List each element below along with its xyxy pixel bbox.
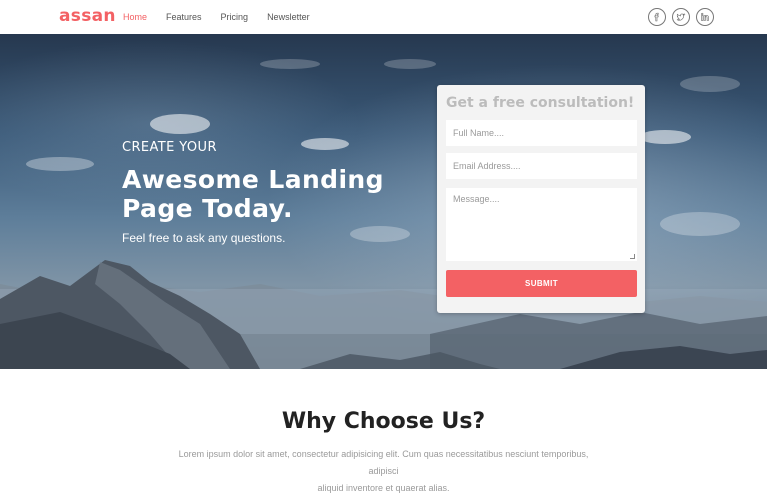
submit-button[interactable]: SUBMIT — [446, 270, 637, 297]
why-description-line-2: aliquid inventore et quaerat alias. — [317, 483, 450, 493]
twitter-icon[interactable] — [672, 8, 690, 26]
full-name-input[interactable] — [446, 120, 637, 146]
resize-handle-icon[interactable] — [630, 254, 635, 259]
nav-item-home[interactable]: Home — [123, 12, 147, 22]
hero-text: CREATE YOUR Awesome Landing Page Today. … — [122, 140, 384, 245]
hero-title-line-2: Page Today. — [122, 194, 293, 223]
consultation-form: Get a free consultation! SUBMIT — [437, 85, 645, 313]
why-title: Why Choose Us? — [281, 409, 486, 434]
nav-item-newsletter[interactable]: Newsletter — [267, 12, 310, 22]
why-description-line-1: Lorem ipsum dolor sit amet, consectetur … — [178, 449, 589, 476]
form-title: Get a free consultation! — [446, 95, 635, 111]
hero-title: Awesome Landing Page Today. — [122, 165, 384, 223]
navbar: assan Home Features Pricing Newsletter — [0, 0, 767, 34]
nav-item-features[interactable]: Features — [166, 12, 202, 22]
why-description: Lorem ipsum dolor sit amet, consectetur … — [165, 446, 602, 497]
message-textarea[interactable] — [446, 188, 637, 261]
main-nav: Home Features Pricing Newsletter — [123, 12, 329, 22]
brand-logo[interactable]: assan — [59, 6, 116, 26]
facebook-icon[interactable] — [648, 8, 666, 26]
hero-subtitle: Feel free to ask any questions. — [122, 231, 286, 245]
hero-kicker: CREATE YOUR — [122, 140, 217, 155]
social-links — [648, 8, 714, 26]
linkedin-icon[interactable] — [696, 8, 714, 26]
hero-section: CREATE YOUR Awesome Landing Page Today. … — [0, 34, 767, 369]
hero-title-line-1: Awesome Landing — [122, 165, 384, 194]
nav-item-pricing[interactable]: Pricing — [221, 12, 249, 22]
email-input[interactable] — [446, 153, 637, 179]
